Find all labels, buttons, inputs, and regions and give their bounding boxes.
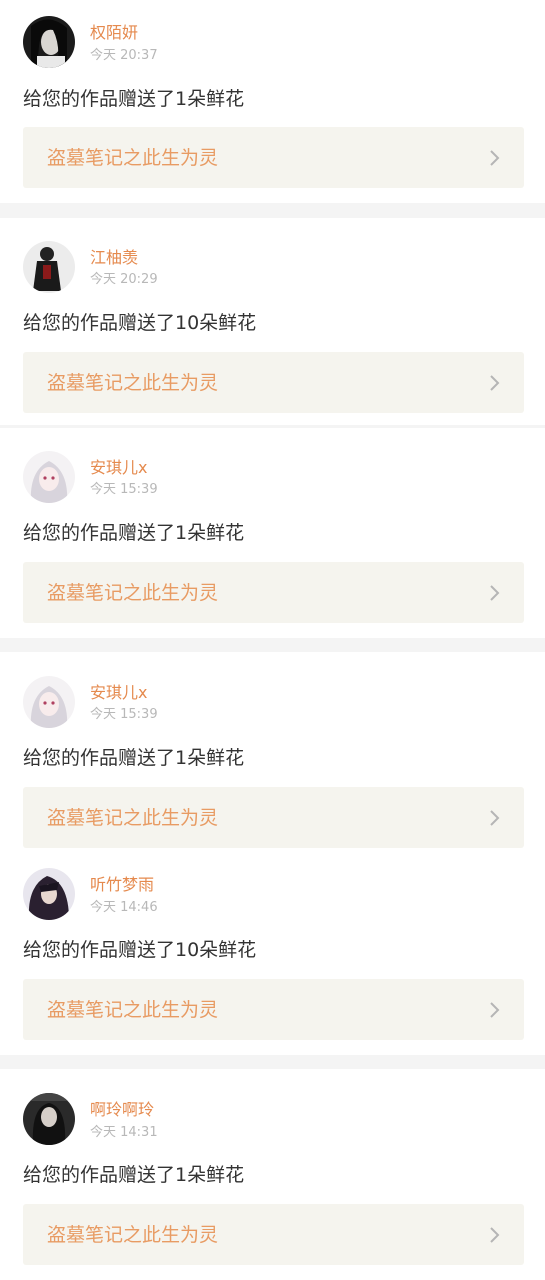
timestamp: 今天 14:46 [90, 900, 158, 915]
username[interactable]: 江柚羡 [90, 248, 138, 268]
avatar[interactable] [23, 451, 75, 503]
username[interactable]: 权陌妍 [90, 23, 138, 43]
chevron-right-icon [490, 375, 500, 391]
timestamp: 今天 20:29 [90, 272, 158, 287]
gift-message: 给您的作品赠送了10朵鲜花 [23, 939, 257, 961]
chevron-right-icon [490, 585, 500, 601]
chevron-right-icon [490, 150, 500, 166]
chevron-right-icon [490, 1002, 500, 1018]
avatar[interactable] [23, 241, 75, 293]
avatar[interactable] [23, 868, 75, 920]
work-link[interactable]: 盗墓笔记之此生为灵 [23, 127, 524, 188]
chevron-right-icon [490, 810, 500, 826]
timestamp: 今天 15:39 [90, 707, 158, 722]
work-title: 盗墓笔记之此生为灵 [47, 807, 219, 829]
avatar[interactable] [23, 1093, 75, 1145]
gift-message: 给您的作品赠送了1朵鲜花 [23, 1164, 245, 1186]
work-link[interactable]: 盗墓笔记之此生为灵 [23, 562, 524, 623]
work-title: 盗墓笔记之此生为灵 [47, 999, 219, 1021]
username[interactable]: 安琪儿x [90, 683, 147, 703]
work-link[interactable]: 盗墓笔记之此生为灵 [23, 787, 524, 848]
chevron-right-icon [490, 1227, 500, 1243]
username[interactable]: 听竹梦雨 [90, 875, 154, 895]
timestamp: 今天 20:37 [90, 48, 158, 63]
gift-message: 给您的作品赠送了1朵鲜花 [23, 522, 245, 544]
work-title: 盗墓笔记之此生为灵 [47, 372, 219, 394]
timestamp: 今天 15:39 [90, 482, 158, 497]
avatar[interactable] [23, 16, 75, 68]
separator [0, 425, 545, 428]
separator [0, 1055, 545, 1069]
username[interactable]: 安琪儿x [90, 458, 147, 478]
work-title: 盗墓笔记之此生为灵 [47, 582, 219, 604]
timestamp: 今天 14:31 [90, 1125, 158, 1140]
gift-message: 给您的作品赠送了1朵鲜花 [23, 88, 245, 110]
work-link[interactable]: 盗墓笔记之此生为灵 [23, 1204, 524, 1265]
work-title: 盗墓笔记之此生为灵 [47, 1224, 219, 1246]
separator [0, 638, 545, 652]
separator [0, 203, 545, 218]
username[interactable]: 啊玲啊玲 [90, 1100, 154, 1120]
work-link[interactable]: 盗墓笔记之此生为灵 [23, 979, 524, 1040]
work-link[interactable]: 盗墓笔记之此生为灵 [23, 352, 524, 413]
gift-message: 给您的作品赠送了1朵鲜花 [23, 747, 245, 769]
gift-message: 给您的作品赠送了10朵鲜花 [23, 312, 257, 334]
work-title: 盗墓笔记之此生为灵 [47, 147, 219, 169]
avatar[interactable] [23, 676, 75, 728]
